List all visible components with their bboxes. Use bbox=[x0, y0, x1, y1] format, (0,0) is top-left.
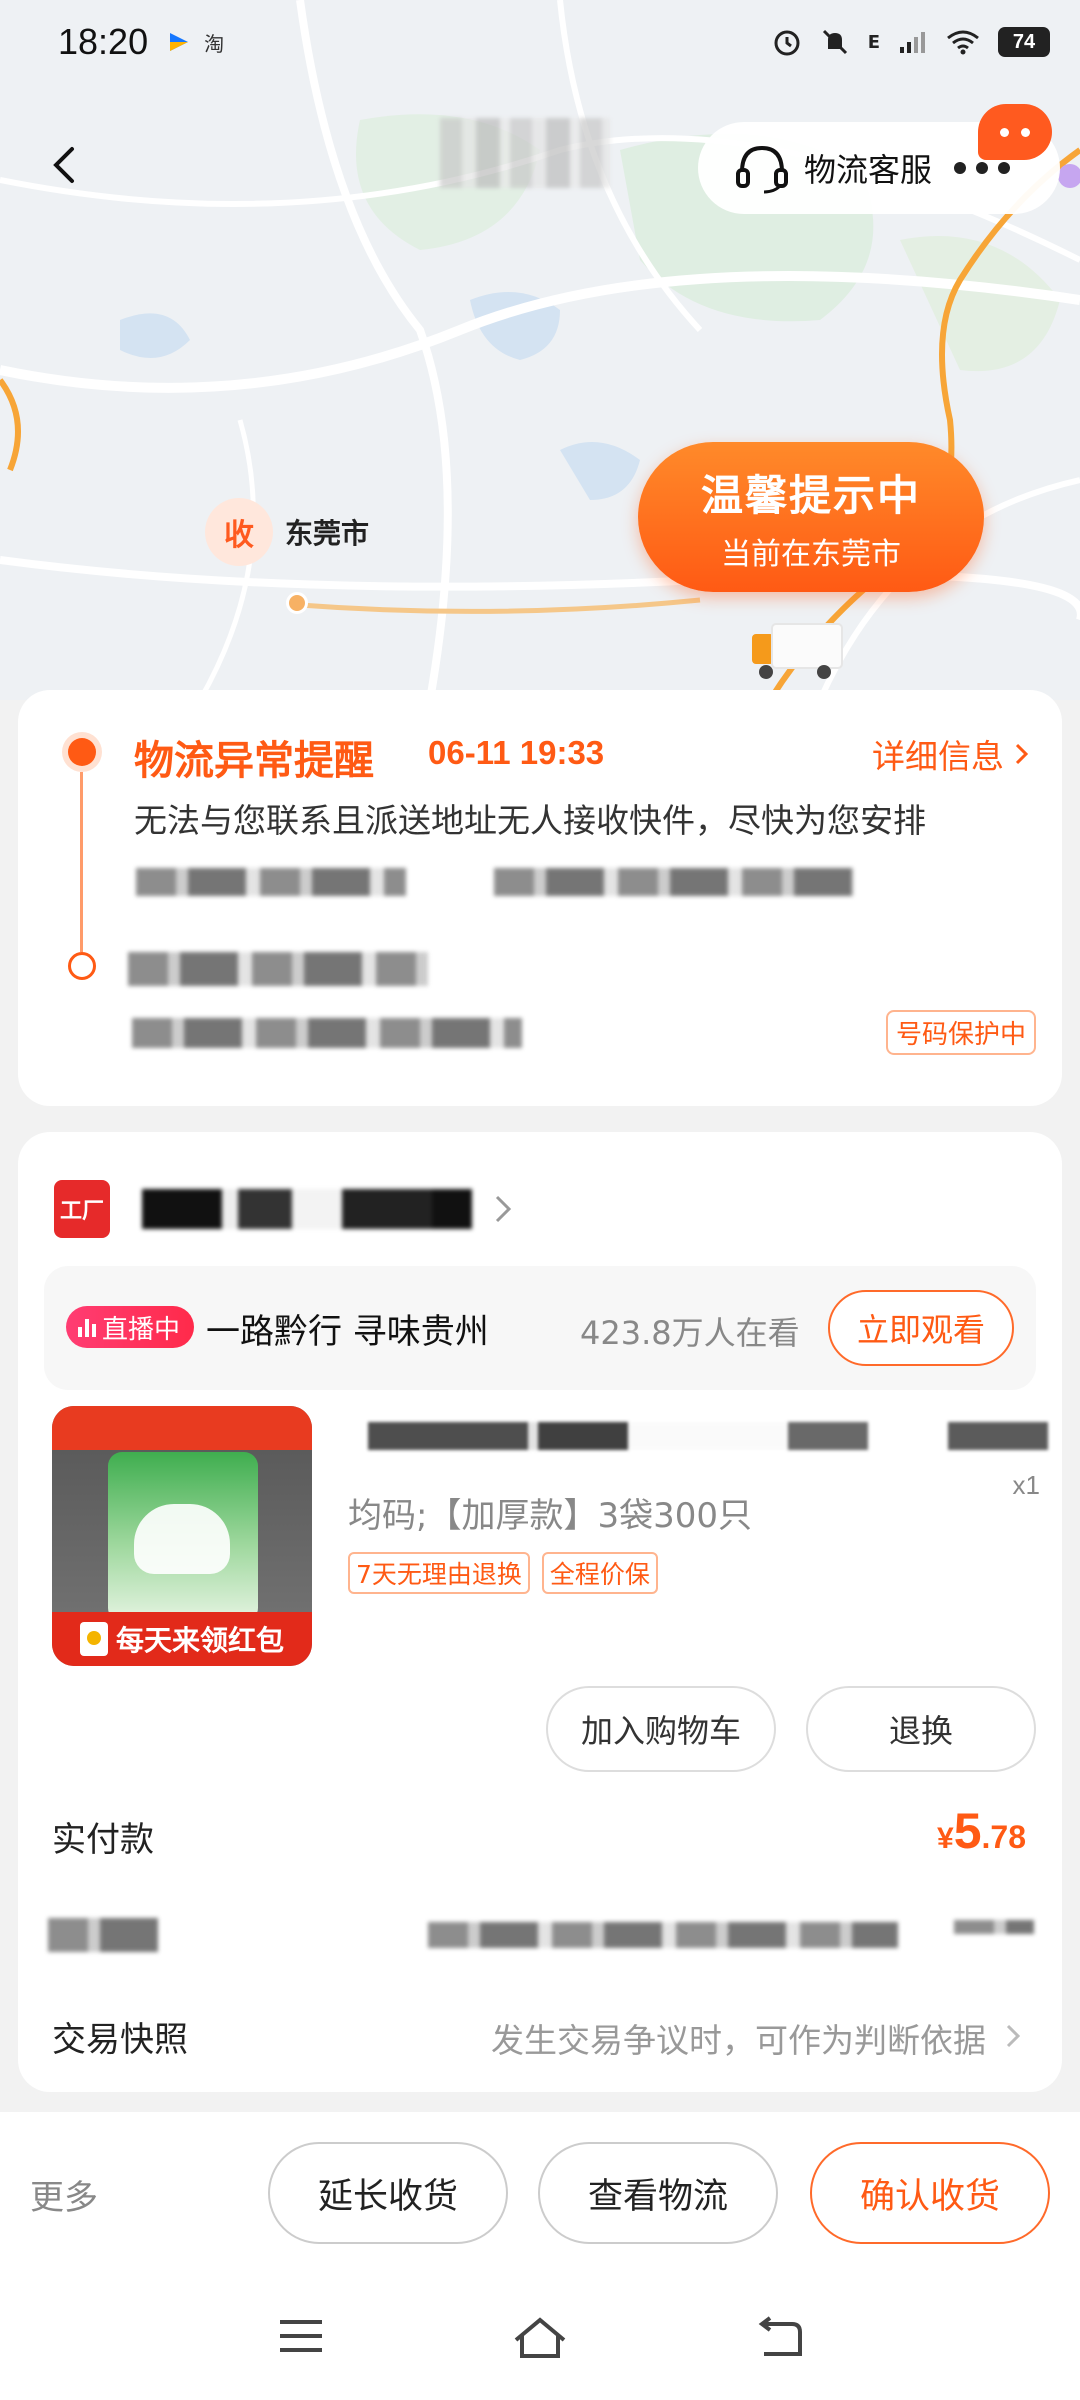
chevron-right-icon bbox=[1015, 743, 1029, 765]
snapshot-label: 交易快照 bbox=[52, 2020, 188, 2060]
battery-icon: 74 bbox=[998, 27, 1050, 57]
chevron-left-icon bbox=[53, 147, 74, 183]
extend-receipt-button[interactable]: 延长收货 bbox=[268, 2142, 508, 2244]
headset-icon bbox=[736, 145, 788, 194]
signal-type: E bbox=[867, 31, 880, 53]
back-button[interactable] bbox=[40, 135, 90, 195]
alert-description: 无法与您联系且派送地址无人接收快件，尽快为您安排 bbox=[134, 801, 926, 840]
redacted-text bbox=[136, 868, 406, 896]
detail-info-label: 详细信息 bbox=[872, 737, 1004, 776]
shop-row[interactable]: 工厂 bbox=[54, 1180, 518, 1238]
redacted-text bbox=[494, 868, 854, 896]
redacted-shop-name bbox=[142, 1189, 472, 1229]
watch-now-button[interactable]: 立即观看 bbox=[828, 1290, 1014, 1366]
product-image-banner: 每天来领红包 bbox=[52, 1612, 312, 1666]
menu-icon[interactable] bbox=[276, 2314, 326, 2358]
chevron-right-icon[interactable] bbox=[1002, 2018, 1026, 2054]
redacted-row-value bbox=[428, 1922, 898, 1948]
product-image[interactable]: 每天来领红包 bbox=[52, 1406, 312, 1666]
tag-free-return: 7天无理由退换 bbox=[348, 1552, 530, 1594]
live-badge-label: 直播中 bbox=[102, 1314, 181, 1345]
redacted-address bbox=[132, 1018, 522, 1048]
chat-bubble-icon[interactable] bbox=[978, 104, 1052, 160]
wifi-icon bbox=[947, 30, 979, 55]
paid-amount: ¥ 5 .78 bbox=[937, 1803, 1026, 1859]
confirm-receipt-button[interactable]: 确认收货 bbox=[810, 2142, 1050, 2244]
destination-badge: 收 bbox=[205, 498, 273, 566]
number-protection-badge: 号码保护中 bbox=[885, 1010, 1036, 1055]
destination-marker: 收 东莞市 bbox=[205, 498, 369, 566]
home-icon[interactable] bbox=[510, 2314, 570, 2364]
timeline-dot-address bbox=[68, 952, 96, 980]
timeline-dot-current bbox=[68, 738, 96, 766]
timeline-line bbox=[80, 772, 83, 952]
map-background bbox=[0, 0, 1080, 700]
live-stream-banner[interactable]: 直播中 一路黔行 寻味贵州 423.8万人在看 立即观看 bbox=[44, 1266, 1036, 1390]
tag-price-protection: 全程价保 bbox=[541, 1552, 658, 1594]
status-left-icons: 淘 bbox=[166, 28, 224, 57]
tip-bubble[interactable]: 温馨提示中 当前在东莞市 bbox=[638, 442, 984, 592]
destination-dot bbox=[286, 592, 308, 614]
mute-icon bbox=[822, 29, 847, 55]
view-logistics-button[interactable]: 查看物流 bbox=[538, 2142, 778, 2244]
system-nav-bar bbox=[0, 2280, 1080, 2400]
bottom-action-bar: 更多 延长收货 查看物流 确认收货 bbox=[0, 2112, 1080, 2280]
order-card: 工厂 直播中 一路黔行 寻味贵州 423.8万人在看 立即观看 每天来领红包 均… bbox=[18, 1132, 1062, 2092]
redacted-row-extra bbox=[954, 1920, 1034, 1934]
product-quantity: x1 bbox=[1012, 1470, 1040, 1500]
detail-info-link[interactable]: 详细信息 bbox=[872, 730, 1032, 778]
back-nav-icon[interactable] bbox=[752, 2314, 806, 2360]
snapshot-hint[interactable]: 发生交易争议时，可作为判断依据 bbox=[491, 2014, 986, 2062]
signal-icon bbox=[900, 32, 925, 53]
live-title: 一路黔行 寻味贵州 bbox=[206, 1312, 489, 1352]
product-actions: 加入购物车 退换 bbox=[546, 1686, 1036, 1772]
more-button[interactable]: 更多 bbox=[30, 2170, 98, 2219]
truck-icon bbox=[752, 623, 843, 679]
map-view[interactable] bbox=[0, 0, 1080, 700]
alarm-icon bbox=[774, 30, 800, 56]
alert-time: 06-11 19:33 bbox=[428, 734, 605, 771]
add-to-cart-button[interactable]: 加入购物车 bbox=[546, 1686, 776, 1772]
red-packet-icon bbox=[79, 1622, 108, 1656]
live-viewers: 423.8万人在看 bbox=[580, 1314, 800, 1352]
live-bars-icon bbox=[78, 1317, 96, 1337]
tip-subtitle: 当前在东莞市 bbox=[721, 536, 901, 572]
paid-label: 实付款 bbox=[52, 1820, 154, 1860]
shop-icon: 工厂 bbox=[54, 1180, 110, 1238]
service-label: 物流客服 bbox=[804, 151, 933, 189]
banner-text: 每天来领红包 bbox=[115, 1624, 284, 1657]
alert-title: 物流异常提醒 bbox=[134, 738, 374, 784]
status-time: 18:20 bbox=[58, 21, 149, 62]
tip-title: 温馨提示中 bbox=[700, 470, 921, 520]
alipay-icon bbox=[170, 33, 189, 51]
redacted-recipient bbox=[128, 952, 428, 986]
return-exchange-button[interactable]: 退换 bbox=[806, 1686, 1036, 1772]
redacted-product-name[interactable] bbox=[368, 1422, 1048, 1450]
destination-city: 东莞市 bbox=[285, 517, 370, 550]
status-right-icons: E 74 bbox=[772, 27, 1050, 57]
logistics-card[interactable]: 物流异常提醒 06-11 19:33 详细信息 无法与您联系且派送地址无人接收快… bbox=[18, 690, 1062, 1106]
more-dots-icon[interactable] bbox=[954, 162, 1011, 174]
status-bar: 18:20 淘 E 74 bbox=[0, 0, 1080, 84]
taobao-icon: 淘 bbox=[204, 31, 225, 56]
redacted-row-label bbox=[48, 1918, 158, 1952]
live-badge: 直播中 bbox=[66, 1306, 195, 1348]
product-spec: 均码;【加厚款】3袋300只 bbox=[348, 1496, 752, 1536]
chevron-right-icon bbox=[495, 1195, 512, 1223]
redacted-title bbox=[440, 118, 610, 188]
product-tags: 7天无理由退换 全程价保 bbox=[348, 1552, 658, 1594]
